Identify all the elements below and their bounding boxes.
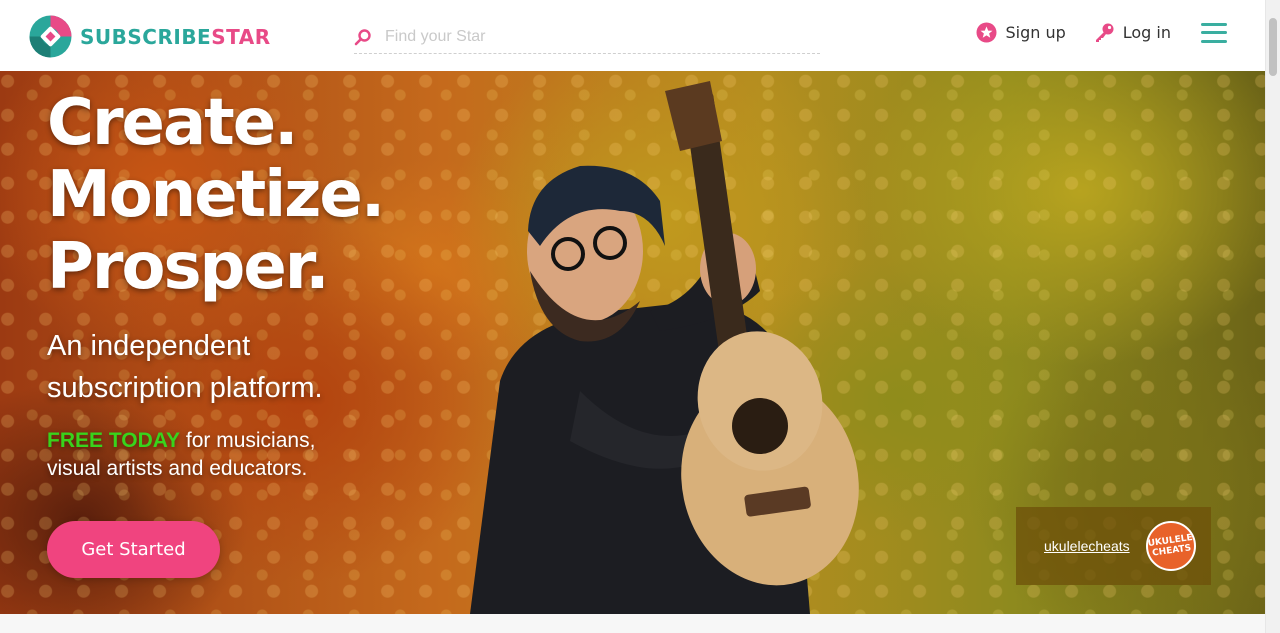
tagline-line-2: visual artists and educators. (47, 457, 308, 480)
hero-subhead: An independent subscription platform. (47, 325, 383, 409)
scrollbar-thumb[interactable] (1269, 18, 1277, 76)
page-scrollbar[interactable] (1265, 0, 1280, 633)
featured-creator-badge: ukulelecheats UKULELE CHEATS (1016, 507, 1211, 585)
site-logo[interactable]: SUBSCRIBESTAR (29, 15, 271, 58)
logo-text: SUBSCRIBESTAR (80, 25, 271, 49)
creator-avatar[interactable]: UKULELE CHEATS (1146, 521, 1196, 571)
signup-label: Sign up (1005, 23, 1066, 42)
key-icon (1095, 23, 1114, 42)
hero-headline: Create. Monetize. Prosper. (47, 86, 385, 304)
hero-text: Create. Monetize. Prosper. An independen… (47, 86, 385, 483)
login-link[interactable]: Log in (1094, 22, 1171, 43)
hero-tagline: FREE TODAY for musicians, visual artists… (47, 427, 383, 483)
search-icon[interactable] (354, 28, 372, 46)
menu-icon-bar (1201, 22, 1227, 26)
creator-link[interactable]: ukulelecheats (1044, 538, 1130, 554)
menu-icon[interactable] (1201, 22, 1227, 43)
tagline-line-1: FREE TODAY for musicians, (47, 427, 383, 455)
logo-text-star: STAR (211, 24, 271, 49)
free-today-label: FREE TODAY (47, 429, 181, 452)
search-input[interactable] (385, 28, 805, 46)
logo-text-subscribe: SUBSCRIBE (80, 24, 212, 49)
subhead-line: subscription platform. (47, 372, 323, 404)
tagline-text: for musicians, (180, 429, 316, 452)
search-bar (354, 21, 820, 54)
signup-link[interactable]: Sign up (976, 22, 1066, 43)
logo-mark-icon (29, 15, 72, 58)
headline-line: Create. (47, 86, 298, 160)
header-nav: Sign up Log in (976, 22, 1227, 43)
subhead-line: An independent (47, 330, 251, 362)
headline-line: Prosper. (47, 230, 330, 304)
login-label: Log in (1122, 23, 1171, 42)
menu-icon-bar (1201, 31, 1227, 34)
page-bottom-strip (0, 614, 1265, 633)
get-started-button[interactable]: Get Started (47, 521, 220, 578)
menu-icon-bar (1201, 39, 1227, 43)
star-badge-icon (976, 22, 997, 43)
site-header: SUBSCRIBESTAR Sign up Log in (0, 0, 1265, 71)
hero-section: Create. Monetize. Prosper. An independen… (0, 71, 1265, 614)
headline-line: Monetize. (47, 158, 385, 232)
hero-photo-person (470, 81, 859, 614)
creator-avatar-text: UKULELE CHEATS (1147, 532, 1194, 559)
